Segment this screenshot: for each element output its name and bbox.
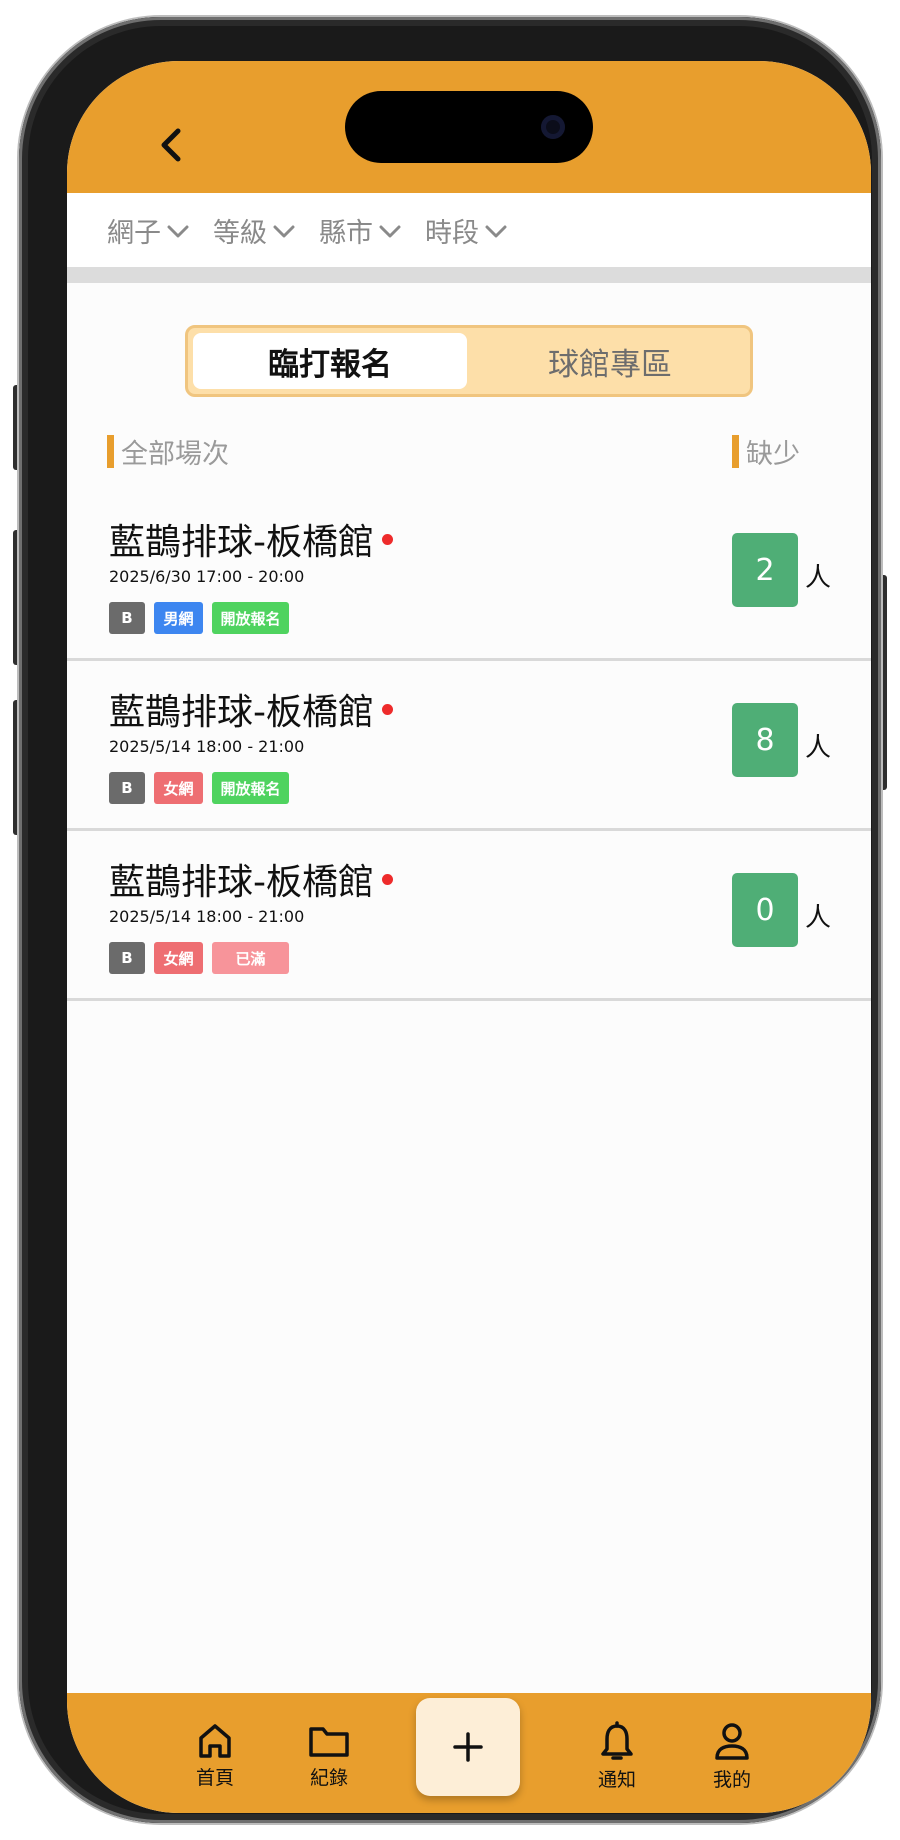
session-time: 2025/5/14 18:00 - 21:00 [109,907,305,926]
session-row[interactable]: 藍鵲排球-板橋館 2025/5/14 18:00 - 21:00 B 女網 已滿… [67,831,871,1001]
session-tags: B 女網 已滿 [109,942,298,974]
missing-count-badge: 0 [732,873,798,947]
bell-icon [601,1721,633,1760]
session-title: 藍鵲排球-板橋館 [109,692,374,733]
session-title-wrap: 藍鵲排球-板橋館 [109,513,393,565]
tab-drop-in[interactable]: 臨打報名 [193,333,467,389]
filter-level-label: 等級 [213,217,267,249]
net-tag: 男網 [154,602,203,634]
unread-dot [382,533,393,545]
nav-notify-label: 通知 [597,1769,636,1791]
nav-home[interactable]: 首頁 [175,1721,255,1790]
back-button[interactable] [147,121,195,169]
plus-icon [453,1732,483,1762]
filter-level[interactable]: 等級 [213,211,295,250]
filter-net[interactable]: 網子 [107,211,189,250]
session-title-wrap: 藍鵲排球-板橋館 [109,683,393,735]
accent-bar [732,435,739,468]
section-header-missing: 缺少 [732,432,800,471]
dynamic-island [345,91,593,163]
status-tag: 已滿 [212,942,289,974]
net-tag: 女網 [154,772,203,804]
filter-city-label: 縣市 [319,217,373,249]
level-tag: B [109,942,145,974]
folder-icon [309,1727,349,1757]
segmented-control: 臨打報名 球館專區 [185,325,753,397]
filter-bar: 網子 等級 縣市 時段 [67,193,871,267]
front-camera [541,115,565,139]
count-unit: 人 [805,563,832,593]
accent-bar [107,435,114,468]
unread-dot [382,703,393,715]
nav-records-label: 紀錄 [309,1767,348,1789]
chevron-down-icon [485,225,507,238]
session-row[interactable]: 藍鵲排球-板橋館 2025/5/14 18:00 - 21:00 B 女網 開放… [67,661,871,831]
section-header-all: 全部場次 [107,432,229,471]
net-tag: 女網 [154,942,203,974]
divider [67,267,871,283]
chevron-down-icon [379,225,401,238]
filter-time[interactable]: 時段 [425,211,507,250]
unread-dot [382,873,393,885]
add-button[interactable] [416,1698,520,1796]
tab-venue[interactable]: 球館專區 [473,333,747,389]
session-time: 2025/6/30 17:00 - 20:00 [109,567,305,586]
count-unit: 人 [805,733,832,763]
filter-time-label: 時段 [425,217,479,249]
status-tag: 開放報名 [212,602,289,634]
level-tag: B [109,602,145,634]
session-list: 藍鵲排球-板橋館 2025/6/30 17:00 - 20:00 B 男網 開放… [67,491,871,1001]
nav-home-label: 首頁 [195,1767,234,1789]
chevron-down-icon [273,225,295,238]
session-title: 藍鵲排球-板橋館 [109,862,374,903]
chevron-left-icon [161,128,181,162]
app-header [67,61,871,193]
missing-count-badge: 2 [732,533,798,607]
user-icon [715,1723,749,1760]
nav-mine-label: 我的 [712,1769,751,1791]
section-title: 缺少 [746,439,800,470]
level-tag: B [109,772,145,804]
section-title: 全部場次 [121,439,229,470]
phone-frame: 網子 等級 縣市 時段 臨打報名 球館專區 全部場次 缺少 藍鵲排球-板橋館 2… [19,17,881,1823]
session-tags: B 女網 開放報名 [109,772,298,804]
session-row[interactable]: 藍鵲排球-板橋館 2025/6/30 17:00 - 20:00 B 男網 開放… [67,491,871,661]
filter-net-label: 網子 [107,217,161,249]
session-tags: B 男網 開放報名 [109,602,298,634]
session-title: 藍鵲排球-板橋館 [109,522,374,563]
missing-count-badge: 8 [732,703,798,777]
chevron-down-icon [167,225,189,238]
app-screen: 網子 等級 縣市 時段 臨打報名 球館專區 全部場次 缺少 藍鵲排球-板橋館 2… [67,61,871,1813]
session-title-wrap: 藍鵲排球-板橋館 [109,853,393,905]
nav-records[interactable]: 紀錄 [289,1721,369,1790]
status-tag: 開放報名 [212,772,289,804]
session-time: 2025/5/14 18:00 - 21:00 [109,737,305,756]
nav-mine[interactable]: 我的 [692,1721,772,1792]
count-unit: 人 [805,903,832,933]
home-icon [199,1724,231,1758]
filter-city[interactable]: 縣市 [319,211,401,250]
nav-notify[interactable]: 通知 [577,1721,657,1792]
